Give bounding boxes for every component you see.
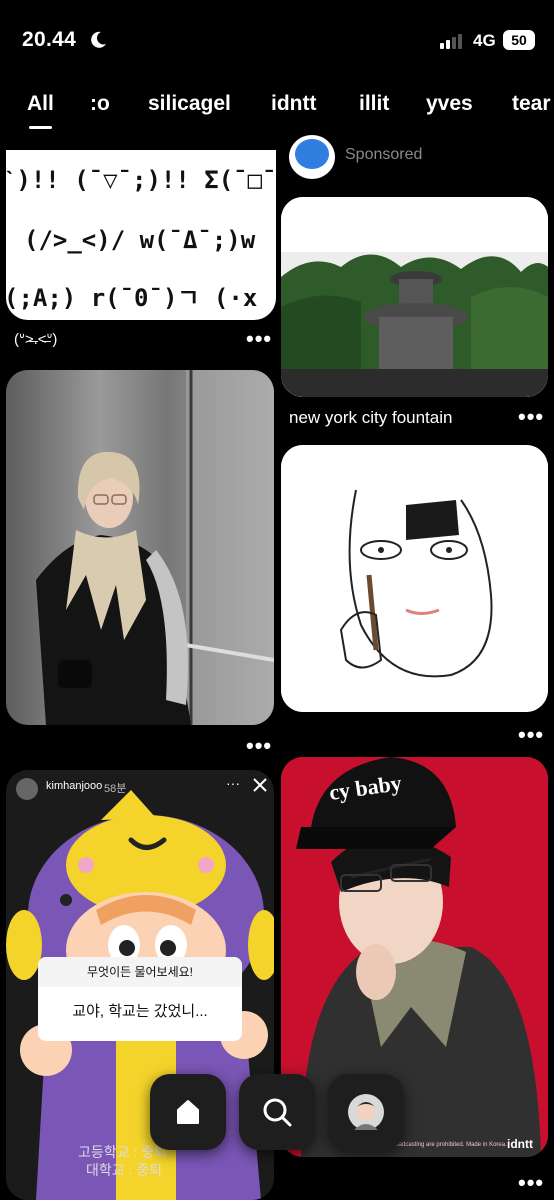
pin-sketch-drawing[interactable] xyxy=(281,445,548,712)
more-button[interactable]: ••• xyxy=(518,404,544,430)
question-sticker: 무엇이든 물어보세요! 교야, 학교는 갔었니... xyxy=(38,957,242,1041)
kaomoji-line-1: ˋ)!! (¯▽¯;)!! Σ(¯□¯ xyxy=(6,166,276,194)
pin-caption: (ᐡ˃̶.˂̶ᐡ) xyxy=(14,331,58,348)
fountain-photo xyxy=(281,197,548,397)
tab-illit[interactable]: illit xyxy=(359,92,389,116)
more-button[interactable]: ••• xyxy=(246,733,272,759)
status-time: 20.44 xyxy=(22,28,77,51)
sketch-drawing xyxy=(281,445,548,712)
story-text-line-1: 고등학교 : 중퇴 xyxy=(78,1144,167,1160)
nav-home-button[interactable] xyxy=(150,1074,226,1150)
tab-idntt[interactable]: idntt xyxy=(271,92,316,116)
kaomoji-line-3: (;A;) r(¯0¯)ㄱ (·x xyxy=(6,284,258,312)
close-icon[interactable] xyxy=(252,777,268,793)
pin-elevator-photo[interactable] xyxy=(6,370,274,725)
story-more-icon[interactable]: ··· xyxy=(226,775,240,791)
sponsor-avatar[interactable] xyxy=(289,135,335,179)
board-tabs: All :o silicagel idntt illit yves tear xyxy=(0,92,554,132)
more-button[interactable]: ••• xyxy=(246,326,272,352)
story-time: 58분 xyxy=(104,783,127,795)
tab-o[interactable]: :o xyxy=(90,92,110,116)
pin-caption: new york city fountain xyxy=(289,408,453,427)
network-type: 4G xyxy=(473,31,496,50)
more-button[interactable]: ••• xyxy=(518,1170,544,1196)
avatar xyxy=(16,778,38,800)
kaomoji-image: ˋ)!! (¯▽¯;)!! Σ(¯□¯ (/>_<)/ w(¯Δ¯;)w (;A… xyxy=(6,150,276,320)
idntt-photo xyxy=(281,757,548,1157)
question-answer: 교야, 학교는 갔었니... xyxy=(72,1003,208,1020)
tab-tear[interactable]: tear xyxy=(512,92,551,116)
tab-yves[interactable]: yves xyxy=(426,92,473,116)
question-title: 무엇이든 물어보세요! xyxy=(38,957,242,987)
more-button[interactable]: ••• xyxy=(518,722,544,748)
nav-search-button[interactable] xyxy=(239,1074,315,1150)
tab-silicagel[interactable]: silicagel xyxy=(148,92,231,116)
elevator-photo xyxy=(6,370,274,725)
pin-idntt-photo[interactable]: cy baby idntt nce and broadcasting are p… xyxy=(281,757,548,1157)
nav-profile-button[interactable] xyxy=(328,1074,404,1150)
avatar xyxy=(348,1094,384,1130)
moon-icon xyxy=(91,31,106,48)
story-username: kimhanjooo xyxy=(46,780,103,792)
pin-kaomoji[interactable]: ˋ)!! (¯▽¯;)!! Σ(¯□¯ (/>_<)/ w(¯Δ¯;)w (;A… xyxy=(6,150,276,320)
tab-all[interactable]: All xyxy=(27,92,54,129)
home-icon xyxy=(177,1100,199,1124)
pin-fountain[interactable] xyxy=(281,197,548,397)
kaomoji-line-2: (/>_<)/ w(¯Δ¯;)w xyxy=(24,226,256,254)
signal-icon xyxy=(440,33,462,49)
battery-indicator: 50 xyxy=(503,30,535,50)
story-text-line-2: 대학교 : 중퇴 xyxy=(86,1162,163,1178)
brand-logo: idntt xyxy=(507,1137,533,1151)
search-icon xyxy=(263,1098,292,1127)
sponsored-label: Sponsored xyxy=(345,146,423,163)
